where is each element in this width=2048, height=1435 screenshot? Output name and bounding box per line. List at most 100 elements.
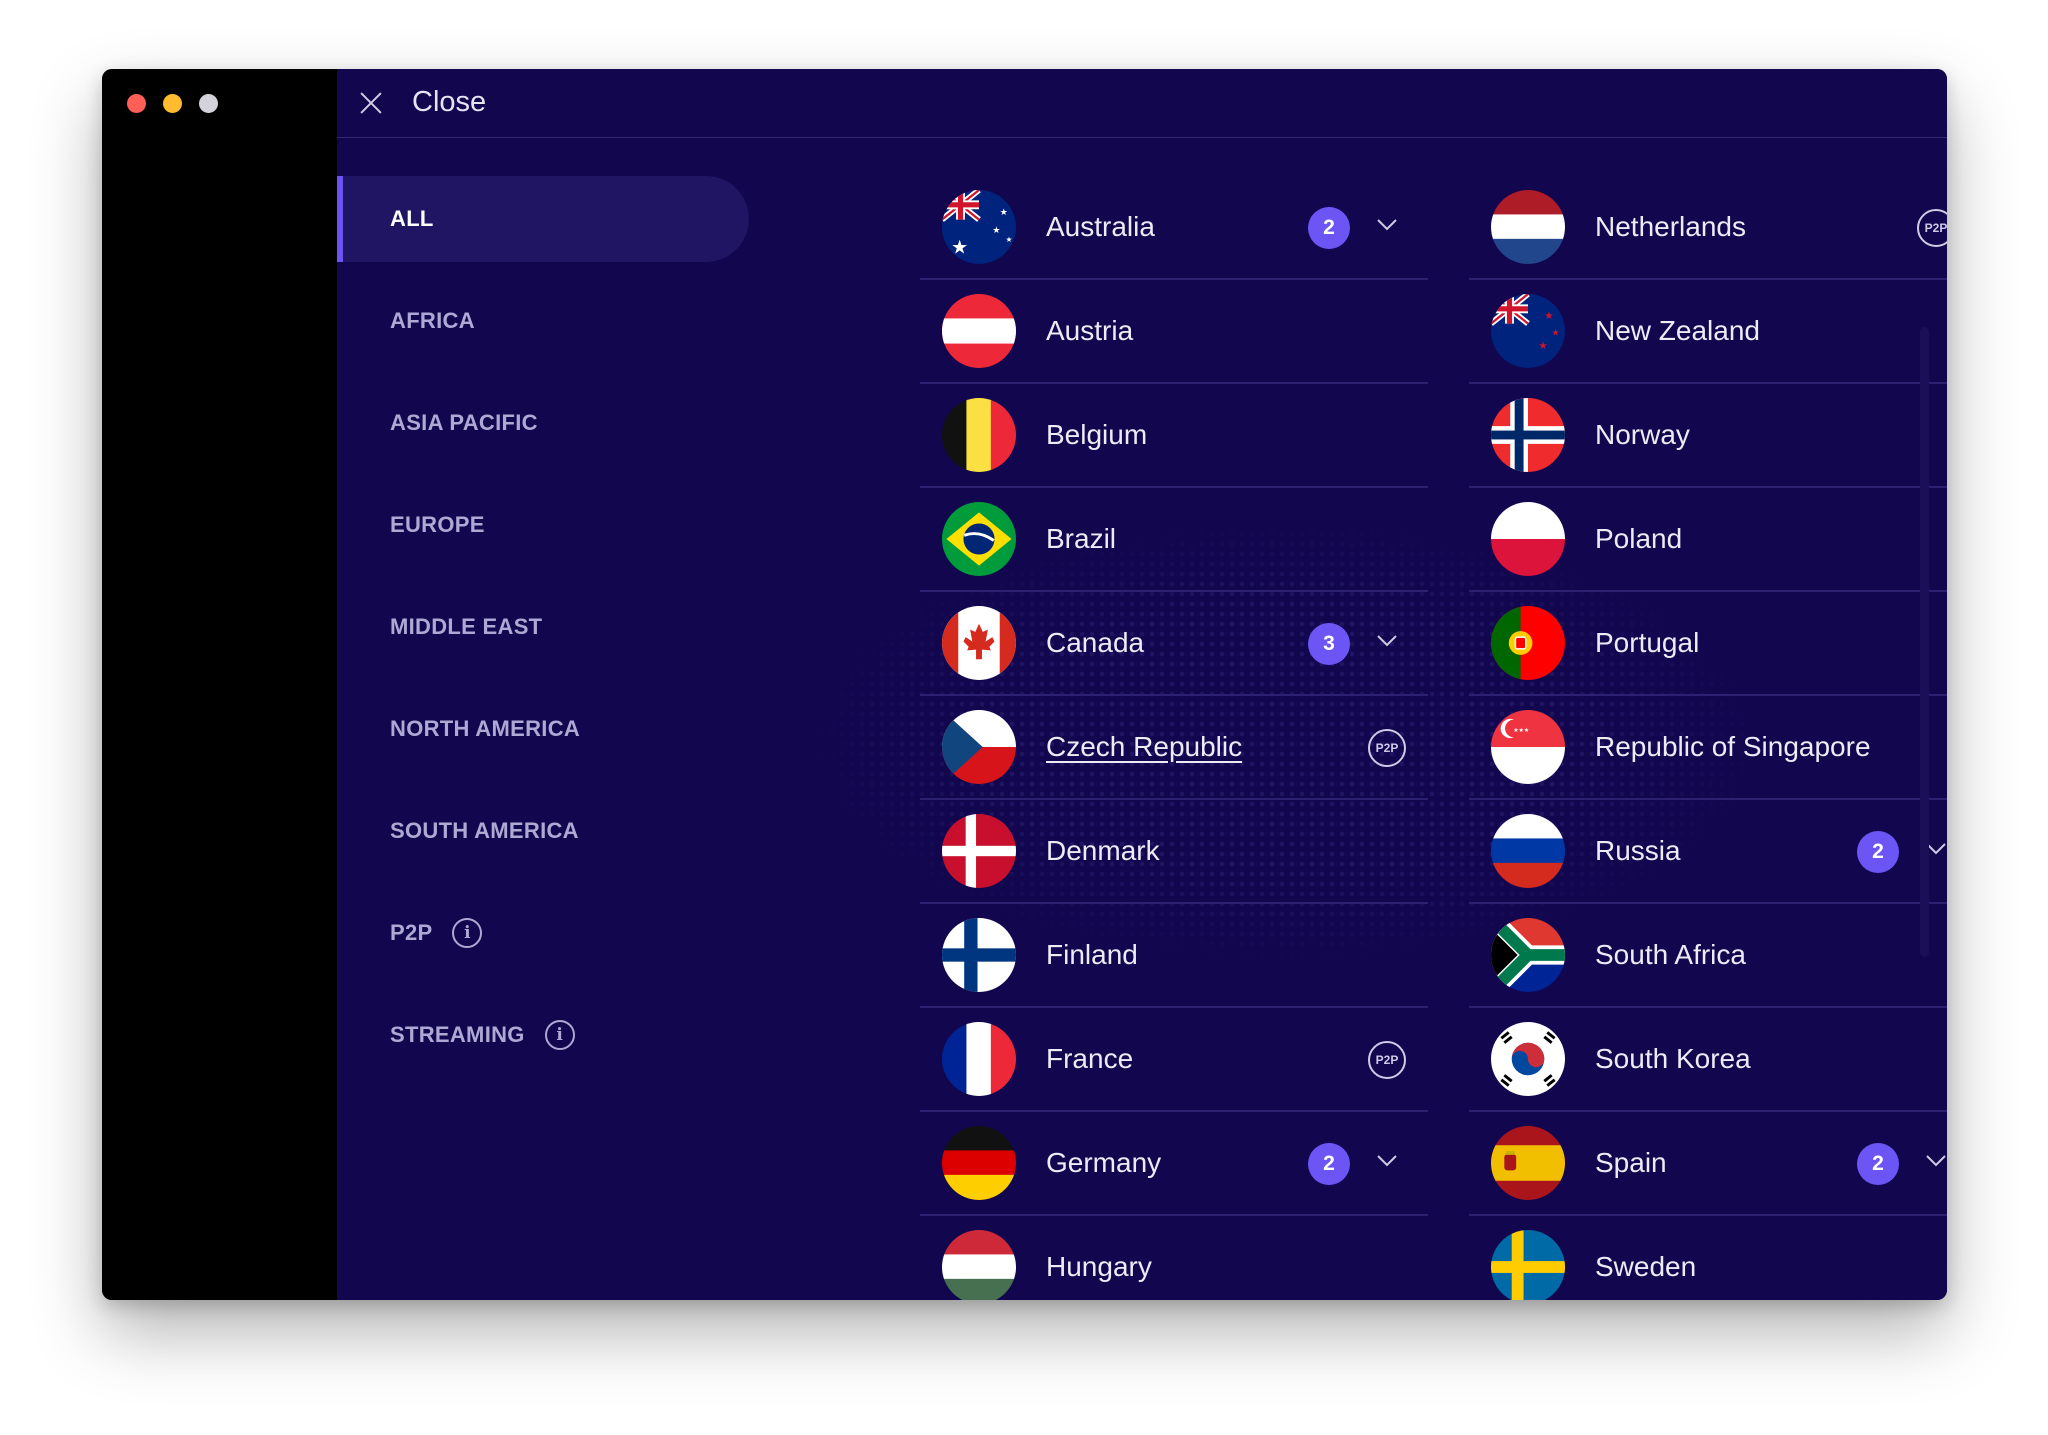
spain-flag-icon <box>1491 1126 1565 1200</box>
category-asia-pacific[interactable]: ASIA PACIFIC <box>337 380 749 466</box>
country-row-denmark[interactable]: Denmark <box>920 800 1428 904</box>
category-label: ALL <box>390 206 434 231</box>
denmark-flag-icon <box>942 814 1016 888</box>
category-south-america[interactable]: SOUTH AMERICA <box>337 788 749 874</box>
portugal-flag-icon <box>1491 606 1565 680</box>
category-label: SOUTH AMERICA <box>390 818 579 843</box>
france-flag-icon <box>942 1022 1016 1096</box>
country-name: Sweden <box>1595 1251 1697 1282</box>
country-name: South Korea <box>1595 1043 1751 1074</box>
country-row-finland[interactable]: Finland <box>920 904 1428 1008</box>
brazil-flag-icon <box>942 502 1016 576</box>
country-row-austria[interactable]: Austria <box>920 280 1428 384</box>
chevron-down-icon[interactable] <box>1376 629 1398 651</box>
country-name: Republic of Singapore <box>1595 731 1871 762</box>
window-left-strip <box>102 69 337 1300</box>
svg-text:★: ★ <box>992 225 1000 235</box>
country-row-netherlands[interactable]: Netherlands P2P <box>1469 176 1947 280</box>
info-icon[interactable]: i <box>452 918 483 948</box>
country-row-new-zealand[interactable]: ★ ★ ★ New Zealand <box>1469 280 1947 384</box>
svg-text:★: ★ <box>1538 341 1547 352</box>
czech-flag-icon <box>942 710 1016 784</box>
close-icon[interactable] <box>359 91 383 115</box>
country-name: Portugal <box>1595 627 1700 658</box>
svg-text:★: ★ <box>1000 207 1008 217</box>
country-row-hungary[interactable]: Hungary <box>920 1216 1428 1300</box>
window-minimize-button[interactable] <box>163 94 182 113</box>
category-middle-east[interactable]: MIDDLE EAST <box>337 584 749 670</box>
country-name: Finland <box>1046 939 1138 970</box>
svg-text:★: ★ <box>1006 235 1013 244</box>
category-europe[interactable]: EUROPE <box>337 482 749 568</box>
svg-text:★: ★ <box>1544 311 1553 322</box>
window-close-button[interactable] <box>127 94 146 113</box>
category-north-america[interactable]: NORTH AMERICA <box>337 686 749 772</box>
chevron-down-icon[interactable] <box>1376 213 1398 235</box>
hungary-flag-icon <box>942 1230 1016 1300</box>
info-icon[interactable]: i <box>544 1020 575 1050</box>
country-name: Spain <box>1595 1147 1667 1178</box>
svg-text:★: ★ <box>1552 327 1560 337</box>
category-label: STREAMING <box>390 1022 525 1047</box>
category-streaming[interactable]: STREAMING i <box>337 992 749 1078</box>
category-label: P2P <box>390 920 433 945</box>
country-row-south-africa[interactable]: South Africa <box>1469 904 1947 1008</box>
category-p2p[interactable]: P2P i <box>337 890 749 976</box>
category-all[interactable]: ALL <box>337 176 749 262</box>
app-window: Close ALL AFRICA ASIA PACIFIC EUROPE MID… <box>102 69 1947 1300</box>
server-count-badge: 2 <box>1857 831 1899 873</box>
country-name: France <box>1046 1043 1134 1074</box>
country-row-russia[interactable]: Russia 2 <box>1469 800 1947 904</box>
austria-flag-icon <box>942 294 1016 368</box>
top-bar: Close <box>337 69 1947 138</box>
close-button[interactable]: Close <box>412 86 486 119</box>
germany-flag-icon <box>942 1126 1016 1200</box>
country-name: Canada <box>1046 627 1145 658</box>
new-zealand-flag-icon: ★ ★ ★ <box>1491 294 1565 368</box>
country-row-poland[interactable]: Poland <box>1469 488 1947 592</box>
country-list-right: Netherlands P2P ★ ★ ★ New Zealand Norway… <box>1469 176 1947 1300</box>
country-row-czech-republic[interactable]: Czech Republic P2P <box>920 696 1428 800</box>
belgium-flag-icon <box>942 398 1016 472</box>
p2p-badge-icon: P2P <box>1368 729 1406 767</box>
svg-text:★: ★ <box>951 238 968 259</box>
country-row-norway[interactable]: Norway <box>1469 384 1947 488</box>
country-row-brazil[interactable]: Brazil <box>920 488 1428 592</box>
country-name-link[interactable]: Czech Republic <box>1046 731 1242 763</box>
svg-text:★★★: ★★★ <box>1513 727 1529 734</box>
country-row-south-korea[interactable]: South Korea <box>1469 1008 1947 1112</box>
country-row-france[interactable]: France P2P <box>920 1008 1428 1112</box>
country-name: Russia <box>1595 835 1681 866</box>
country-row-belgium[interactable]: Belgium <box>920 384 1428 488</box>
category-label: AFRICA <box>390 308 475 333</box>
south-africa-flag-icon <box>1491 918 1565 992</box>
poland-flag-icon <box>1491 502 1565 576</box>
category-label: EUROPE <box>390 512 485 537</box>
country-row-sweden[interactable]: Sweden <box>1469 1216 1947 1300</box>
sweden-flag-icon <box>1491 1230 1565 1300</box>
country-name: Brazil <box>1046 523 1117 554</box>
country-name: South Africa <box>1595 939 1746 970</box>
server-count-badge: 3 <box>1308 623 1350 665</box>
singapore-flag-icon: ★★★ <box>1491 710 1565 784</box>
norway-flag-icon <box>1491 398 1565 472</box>
country-row-canada[interactable]: Canada 3 <box>920 592 1428 696</box>
chevron-down-icon[interactable] <box>1376 1149 1398 1171</box>
australia-flag-icon: ★ ★ ★ ★ <box>942 190 1016 264</box>
category-africa[interactable]: AFRICA <box>337 278 749 364</box>
chevron-down-icon[interactable] <box>1925 1149 1947 1171</box>
category-label: MIDDLE EAST <box>390 614 543 639</box>
country-row-spain[interactable]: Spain 2 <box>1469 1112 1947 1216</box>
server-count-badge: 2 <box>1857 1143 1899 1185</box>
country-row-australia[interactable]: ★ ★ ★ ★ Australia 2 <box>920 176 1428 280</box>
country-list-left: ★ ★ ★ ★ Australia 2 Austria Belgium Braz… <box>920 176 1428 1300</box>
country-row-portugal[interactable]: Portugal <box>1469 592 1947 696</box>
country-row-republic-of-singapore[interactable]: ★★★ Republic of Singapore <box>1469 696 1947 800</box>
scrollbar[interactable] <box>1920 327 1929 957</box>
country-name: Poland <box>1595 523 1683 554</box>
window-zoom-button[interactable] <box>199 94 218 113</box>
south-korea-flag-icon <box>1491 1022 1565 1096</box>
category-label: NORTH AMERICA <box>390 716 581 741</box>
country-name: New Zealand <box>1595 315 1760 346</box>
country-row-germany[interactable]: Germany 2 <box>920 1112 1428 1216</box>
